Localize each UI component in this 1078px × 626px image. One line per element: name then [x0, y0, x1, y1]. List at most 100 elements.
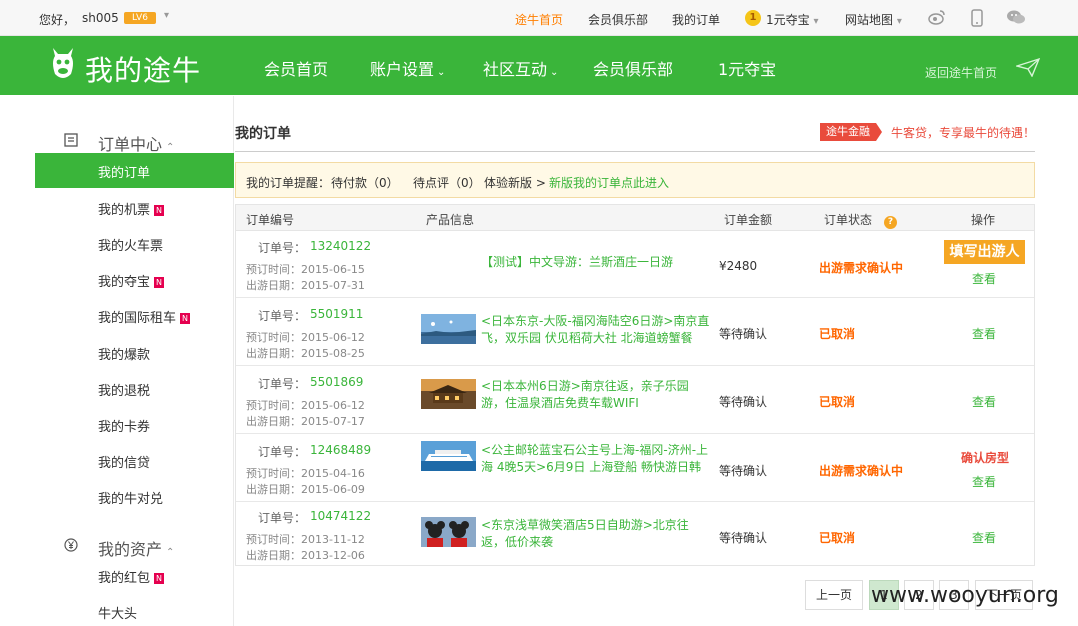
sidebar-item-my-coupons[interactable]: 我的卡券: [35, 407, 234, 442]
sidebar-item-niu-datou[interactable]: 牛大头: [35, 594, 234, 626]
prev-page-button[interactable]: 上一页: [805, 580, 863, 610]
finance-promo-text[interactable]: 牛客贷，专享最牛的待遇！: [891, 124, 1035, 141]
sidebar-item-label: 我的退税: [98, 384, 151, 399]
back-to-home-link[interactable]: 返回途牛首页: [925, 64, 997, 81]
link-my-orders[interactable]: 我的订单: [672, 11, 720, 28]
treasure-label: 1元夺宝: [766, 13, 810, 27]
sidebar: 订单中心 ⌃ 我的订单 我的机票 N 我的火车票 我的夺宝 N 我的国际租车 N 我的爆…: [35, 96, 234, 626]
sidebar-item-my-flights[interactable]: 我的机票 N: [35, 190, 234, 225]
product-thumbnail-image[interactable]: [421, 441, 476, 471]
link-one-yuan-treasure[interactable]: 1元夺宝 ▾: [766, 11, 819, 28]
sidebar-item-text: 我的机票: [98, 203, 151, 218]
sitemap-label: 网站地图: [845, 13, 894, 27]
community-chevron-down-icon: ⌄: [550, 67, 559, 78]
table-row: 订单号： 12468489 预订时间：2015-04-16 出游日期：2015-…: [236, 435, 1034, 502]
view-order-link[interactable]: 查看: [972, 270, 996, 287]
product-link[interactable]: <东京浅草微笑酒店5日自助游>北京往返，低价来袭: [481, 517, 696, 551]
product-link[interactable]: 【测试】中文导游：兰斯酒庄一日游: [481, 254, 711, 271]
order-no-label: 订单号：: [258, 377, 307, 391]
travel-date: 出游日期：2015-07-17: [246, 415, 365, 428]
order-no-label: 订单号：: [258, 241, 307, 255]
product-thumbnail-image[interactable]: [421, 314, 476, 344]
sidebar-section-order-center[interactable]: 订单中心 ⌃: [35, 128, 234, 156]
order-number[interactable]: 13240122: [310, 239, 371, 253]
greeting-text: 您好，: [39, 13, 76, 27]
order-number[interactable]: 12468489: [310, 443, 371, 457]
nav-community-label: 社区互动: [483, 60, 548, 79]
order-status: 出游需求确认中: [819, 261, 904, 275]
confirm-room-type-link[interactable]: 确认房型: [961, 449, 1009, 466]
table-row: 订单号： 13240122 预订时间：2015-06-15 出游日期：2015-…: [236, 232, 1034, 298]
my-tuniu-logo-text[interactable]: 我的途牛: [85, 49, 201, 89]
new-badge: N: [154, 277, 165, 288]
table-header: 订单编号 产品信息 订单金额 订单状态? 操作: [236, 205, 1034, 231]
link-sitemap[interactable]: 网站地图 ▾: [845, 11, 902, 28]
view-order-link[interactable]: 查看: [972, 393, 996, 410]
order-number[interactable]: 5501911: [310, 307, 363, 321]
order-list-icon: [63, 133, 79, 149]
col-status-label: 订单状态: [824, 213, 873, 227]
new-version-link[interactable]: 新版我的订单点此进入: [549, 174, 669, 191]
phone-icon[interactable]: [967, 9, 987, 27]
sidebar-item-label: 我的牛对兑: [98, 492, 164, 507]
finance-badge[interactable]: 途牛金融: [820, 123, 882, 141]
order-amount: 等待确认: [719, 464, 768, 478]
pending-payment-link[interactable]: 待付款（0）: [331, 174, 399, 191]
order-number[interactable]: 5501869: [310, 375, 363, 389]
sidebar-item-my-red-envelope[interactable]: 我的红包 N: [35, 558, 234, 593]
sidebar-item-label: 我的夺宝 N: [98, 271, 165, 290]
view-order-link[interactable]: 查看: [972, 529, 996, 546]
sidebar-item-text: 我的国际租车: [98, 311, 177, 326]
product-thumbnail-image[interactable]: [421, 517, 476, 547]
travel-date: 出游日期：2015-08-25: [246, 347, 365, 360]
help-question-icon[interactable]: ?: [884, 216, 898, 229]
weibo-icon[interactable]: [927, 9, 947, 27]
fill-travelers-button[interactable]: 填写出游人: [944, 240, 1025, 264]
booked-date: 预订时间：2015-06-15: [246, 263, 365, 276]
pending-review-link[interactable]: 待点评（0）: [413, 174, 481, 191]
view-order-link[interactable]: 查看: [972, 325, 996, 342]
tuniu-cow-logo-icon[interactable]: [49, 44, 77, 84]
reminder-label: 我的订单提醒：: [246, 176, 331, 190]
coin-icon: 1: [745, 10, 761, 26]
sidebar-item-my-exchange[interactable]: 我的牛对兑: [35, 479, 234, 514]
account-chevron-down-icon: ⌄: [437, 67, 446, 78]
link-member-club[interactable]: 会员俱乐部: [588, 11, 648, 28]
username[interactable]: sh005: [82, 11, 119, 25]
sidebar-item-my-credit[interactable]: 我的信贷: [35, 443, 234, 478]
sidebar-item-label: 我的火车票: [98, 239, 164, 254]
sidebar-item-my-car-rental[interactable]: 我的国际租车 N: [35, 298, 234, 333]
nav-member-home[interactable]: 会员首页: [264, 56, 328, 80]
sidebar-item-my-treasure[interactable]: 我的夺宝 N: [35, 262, 234, 297]
booked-date: 预订时间：2015-06-12: [246, 399, 365, 412]
sidebar-item-my-tax-refund[interactable]: 我的退税: [35, 371, 234, 406]
product-thumbnail-image[interactable]: [421, 379, 476, 409]
order-number[interactable]: 10474122: [310, 509, 371, 523]
product-link[interactable]: <日本本州6日游>南京往返，亲子乐园游，住温泉酒店免费车载WIFI: [481, 378, 711, 412]
order-center-label: 订单中心: [98, 135, 163, 154]
order-amount: 等待确认: [719, 395, 768, 409]
sidebar-item-my-orders[interactable]: 我的订单: [35, 153, 234, 188]
sidebar-item-my-hot-deals[interactable]: 我的爆款: [35, 335, 234, 370]
wechat-icon[interactable]: [1006, 9, 1026, 27]
nav-account-settings[interactable]: 账户设置 ⌄: [370, 56, 445, 80]
col-product-info: 产品信息: [426, 213, 475, 227]
new-badge: N: [180, 313, 191, 324]
user-menu-chevron-down-icon[interactable]: ▾: [164, 10, 169, 21]
nav-community[interactable]: 社区互动 ⌄: [483, 56, 558, 80]
sidebar-section-my-assets[interactable]: 我的资产 ⌃: [35, 533, 234, 561]
paper-plane-icon[interactable]: [1016, 57, 1040, 77]
nav-member-club[interactable]: 会员俱乐部: [593, 56, 673, 80]
sidebar-item-my-train-tickets[interactable]: 我的火车票: [35, 226, 234, 261]
travel-date: 出游日期：2015-06-09: [246, 483, 365, 496]
link-tuniu-home[interactable]: 途牛首页: [515, 11, 563, 28]
product-link[interactable]: <日本东京-大阪-福冈海陆空6日游>南京直飞，双乐园 伏见稻荷大社 北海道螃蟹餐: [481, 313, 711, 347]
view-order-link[interactable]: 查看: [972, 473, 996, 490]
booked-date: 预订时间：2015-06-12: [246, 331, 365, 344]
watermark-text: www.wooyun.org: [871, 583, 1059, 608]
order-no-label: 订单号：: [258, 309, 307, 323]
product-link[interactable]: <公主邮轮蓝宝石公主号上海-福冈-济州-上海 4晚5天>6月9日 上海登船 畅快…: [481, 442, 713, 476]
order-status: 已取消: [819, 395, 856, 409]
nav-one-yuan-treasure[interactable]: 1元夺宝: [718, 56, 776, 80]
new-badge: N: [154, 573, 165, 584]
